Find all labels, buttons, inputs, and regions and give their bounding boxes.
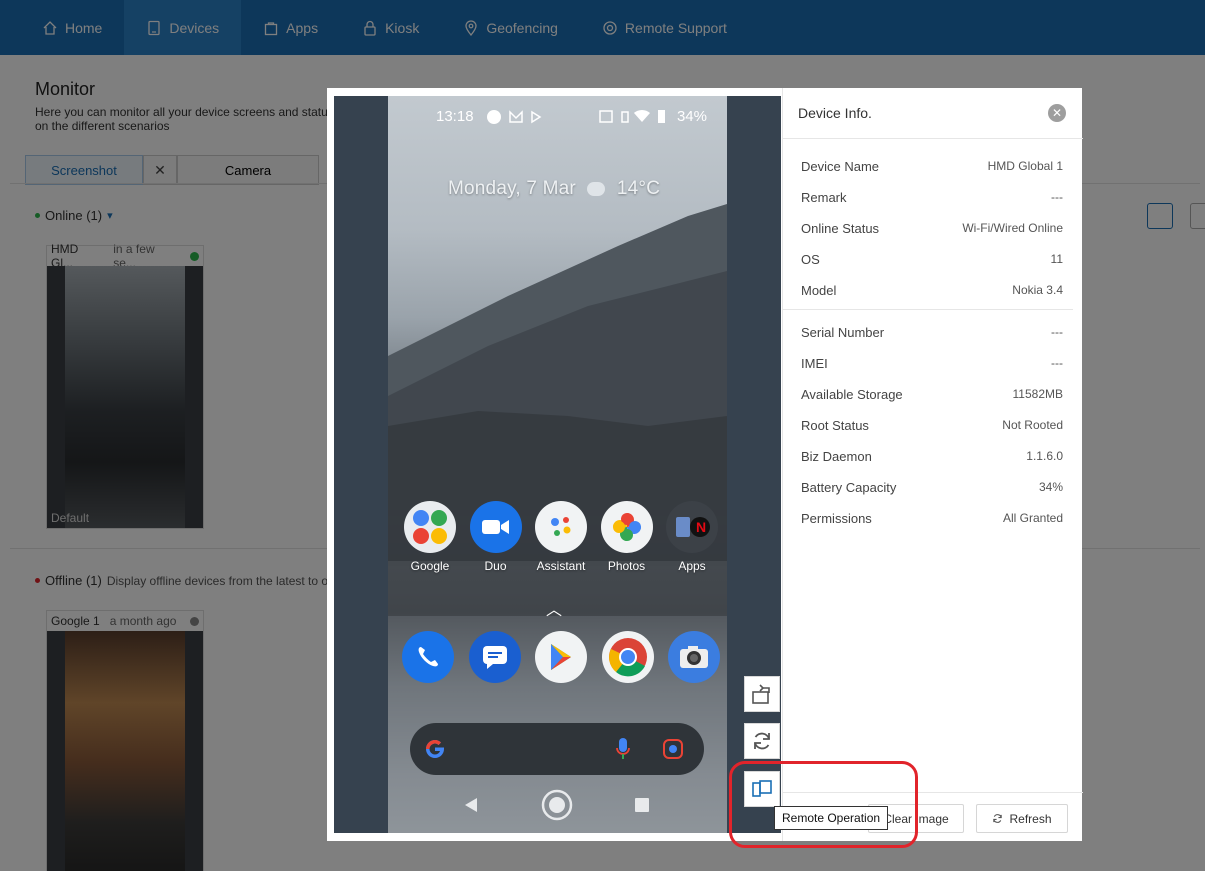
apps-folder-icon: N [666,501,718,553]
info-row-device-name: Device Name HMD Global 1 [801,156,1063,176]
info-value: 11 [1050,252,1063,266]
phone-date: Monday, 7 Mar [448,178,576,199]
info-key: IMEI [801,355,828,371]
sync-icon [754,732,770,750]
assistant-icon [535,501,587,553]
app-assistant[interactable]: Assistant [533,501,589,573]
chrome-icon[interactable] [601,631,654,683]
info-key: Device Name [801,158,880,174]
info-row-permissions: Permissions All Granted [801,508,1063,528]
phone-temperature: 14°C [616,178,661,199]
info-row-battery-capacity: Battery Capacity 34% [801,477,1063,497]
app-label: Assistant [536,559,586,573]
back-icon[interactable] [462,796,480,814]
screenshot-viewer: 13:18 34% Monday, 7 Mar 14°C Google Duo … [334,96,781,833]
info-key: Model [801,282,837,298]
highlight-annotation [729,761,918,848]
status-notification-icons [487,110,542,124]
home-app-row: Google Duo Assistant Photos N Apps [402,501,720,573]
home-button-icon[interactable] [541,789,573,821]
info-key: Root Status [801,417,869,433]
app-drawer-chevron-icon[interactable]: ︿ [546,596,562,620]
info-row-model: Model Nokia 3.4 [801,280,1063,300]
phone-navigation-bar [388,786,727,826]
svg-text:N: N [696,519,706,535]
info-row-imei: IMEI --- [801,353,1063,373]
phone-clock: 13:18 [436,108,474,125]
refresh-button[interactable]: Refresh [976,804,1068,833]
info-key: Serial Number [801,324,885,340]
info-value: --- [1051,325,1063,339]
date-weather-widget: Monday, 7 Mar 14°C [448,178,660,200]
app-label: Google [410,559,450,573]
info-row-remark: Remark --- [801,187,1063,207]
info-key: Battery Capacity [801,479,897,495]
info-key: Remark [801,189,847,205]
app-label: Photos [607,559,646,573]
info-value: All Granted [1002,511,1063,525]
info-row-serial-number: Serial Number --- [801,322,1063,342]
photos-icon [600,501,653,553]
refresh-screen-button[interactable] [744,723,780,759]
phone-app-icon[interactable] [402,631,454,683]
info-value: 11582MB [1012,387,1063,401]
info-value: 34% [1038,480,1063,494]
app-apps-folder[interactable]: N Apps [664,501,720,573]
info-row-root-status: Root Status Not Rooted [801,415,1063,435]
refresh-label: Refresh [1009,811,1052,826]
info-key: OS [801,251,820,267]
app-label: Apps [678,559,706,573]
camera-app-icon[interactable] [668,631,720,683]
google-g-icon [426,740,444,758]
info-key: Biz Daemon [801,448,872,464]
microphone-icon[interactable] [616,737,630,761]
header-divider [783,138,1083,139]
rotate-icon [752,684,770,704]
google-folder-icon [404,501,456,553]
device-info-title: Device Info. [798,105,872,121]
info-row-available-storage: Available Storage 11582MB [801,384,1063,404]
info-key: Online Status [801,220,880,236]
phone-screenshot: 13:18 34% Monday, 7 Mar 14°C Google Duo … [388,96,727,833]
device-info-panel: Device Info. ✕ Device Name HMD Global 1 R… [782,88,1083,841]
info-row-biz-daemon: Biz Daemon 1.1.6.0 [801,446,1063,466]
messages-app-icon[interactable] [468,631,521,683]
recents-icon[interactable] [634,797,650,813]
phone-status-bar: 13:18 34% [388,104,727,128]
info-row-online-status: Online Status Wi-Fi/Wired Online [801,218,1063,238]
app-label: Duo [484,559,507,573]
refresh-icon [993,814,1003,823]
app-duo[interactable]: Duo [468,501,524,573]
duo-icon [469,501,522,553]
lens-icon[interactable] [662,738,684,760]
info-row-os: OS 11 [801,249,1063,269]
home-dock [402,631,720,683]
close-icon[interactable]: ✕ [1048,104,1066,122]
weather-icon [587,181,606,196]
info-value: --- [1051,356,1063,370]
app-google[interactable]: Google [402,501,458,573]
info-key: Available Storage [801,386,903,402]
info-value: Nokia 3.4 [1012,283,1063,297]
info-value: 1.1.6.0 [1026,449,1063,463]
info-value: --- [1051,190,1063,204]
app-photos[interactable]: Photos [599,501,655,573]
google-search-bar[interactable] [410,723,704,775]
info-value: HMD Global 1 [987,159,1063,173]
device-screenshot-modal: 13:18 34% Monday, 7 Mar 14°C Google Duo … [327,88,1083,841]
info-value: Not Rooted [1002,418,1063,432]
info-group-divider [783,309,1073,310]
play-store-icon[interactable] [535,631,587,683]
info-key: Permissions [801,510,872,526]
phone-battery-level: 34% [676,108,707,125]
info-value: Wi-Fi/Wired Online [962,221,1063,235]
rotate-screen-button[interactable] [744,676,780,712]
status-system-icons [599,109,665,123]
